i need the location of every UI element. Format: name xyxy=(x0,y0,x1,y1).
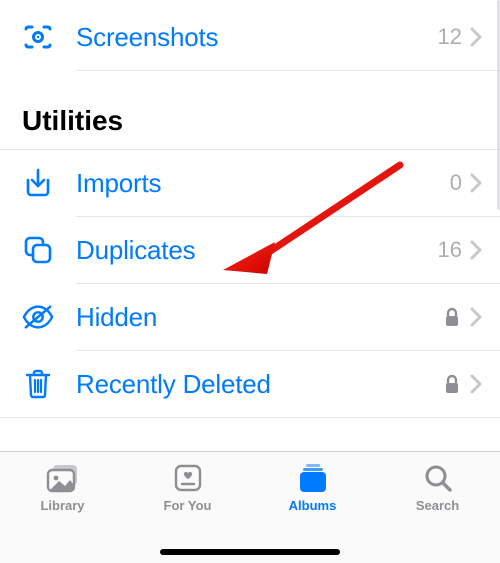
album-row-duplicates[interactable]: Duplicates 16 xyxy=(0,217,500,283)
import-icon xyxy=(22,168,54,198)
album-row-recently-deleted[interactable]: Recently Deleted xyxy=(0,351,500,417)
chevron-right-icon xyxy=(470,27,482,47)
library-icon xyxy=(45,462,81,494)
album-row-hidden[interactable]: Hidden xyxy=(0,284,500,350)
lock-icon xyxy=(444,307,460,327)
duplicates-icon xyxy=(22,235,54,265)
tab-for-you[interactable]: For You xyxy=(125,462,250,513)
tab-library[interactable]: Library xyxy=(0,462,125,513)
album-row-label: Duplicates xyxy=(76,235,438,266)
album-row-label: Recently Deleted xyxy=(76,369,444,400)
hidden-icon xyxy=(22,304,54,330)
chevron-right-icon xyxy=(470,173,482,193)
trash-icon xyxy=(22,369,54,399)
tab-bar: Library For You Albums xyxy=(0,451,500,563)
chevron-right-icon xyxy=(470,374,482,394)
home-indicator[interactable] xyxy=(160,549,340,555)
chevron-right-icon xyxy=(470,307,482,327)
album-row-count: 16 xyxy=(438,237,462,263)
tab-label: For You xyxy=(164,498,212,513)
chevron-right-icon xyxy=(470,240,482,260)
tab-albums[interactable]: Albums xyxy=(250,462,375,513)
tab-label: Library xyxy=(40,498,84,513)
lock-icon xyxy=(444,374,460,394)
tab-label: Search xyxy=(416,498,459,513)
album-row-imports[interactable]: Imports 0 xyxy=(0,150,500,216)
album-row-label: Hidden xyxy=(76,302,444,333)
album-row-label: Imports xyxy=(76,168,450,199)
album-row-count: 0 xyxy=(450,170,462,196)
album-row-count: 12 xyxy=(438,24,462,50)
tab-label: Albums xyxy=(289,498,337,513)
divider xyxy=(0,417,500,418)
albums-icon xyxy=(297,462,329,494)
for-you-icon xyxy=(173,462,203,494)
album-row-screenshots[interactable]: Screenshots 12 xyxy=(0,4,500,70)
search-icon xyxy=(423,462,453,494)
album-row-label: Screenshots xyxy=(76,22,438,53)
tab-search[interactable]: Search xyxy=(375,462,500,513)
screenshots-icon xyxy=(22,22,54,52)
section-header-utilities: Utilities xyxy=(0,71,500,149)
